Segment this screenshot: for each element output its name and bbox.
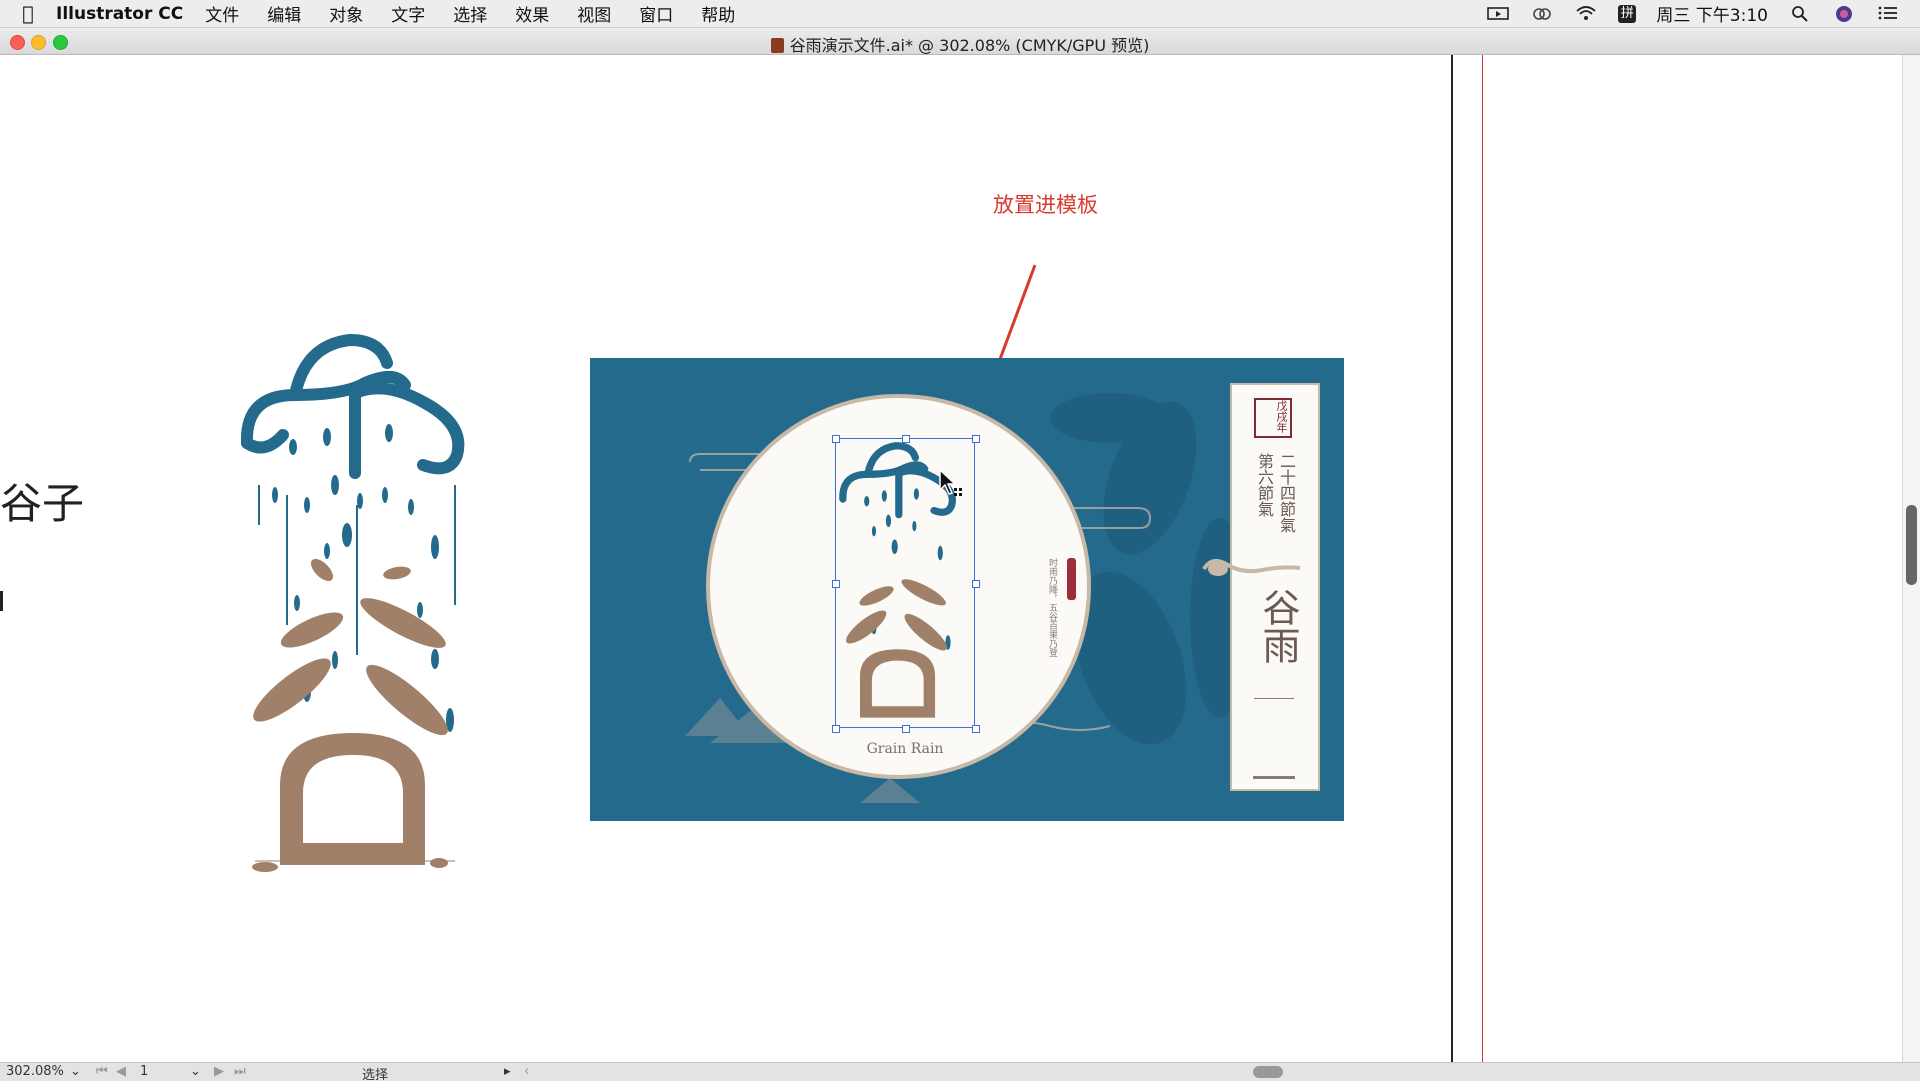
scroll-left-icon[interactable]: ‹	[524, 1064, 529, 1079]
annotation-text: 放置进模板	[993, 193, 1098, 217]
last-artboard-icon[interactable]: ⏭	[234, 1064, 246, 1079]
solar-term-label-b: 第六節氣	[1255, 453, 1274, 517]
selection-handle[interactable]	[902, 435, 910, 443]
selection-handle[interactable]	[972, 725, 980, 733]
input-method-icon[interactable]: 拼	[1618, 4, 1637, 23]
clock[interactable]: 周三 下午3:10	[1656, 1, 1768, 26]
previous-artboard-icon[interactable]: ◀	[116, 1064, 126, 1079]
menu-window[interactable]: 窗口	[639, 1, 673, 26]
selection-handle[interactable]	[902, 725, 910, 733]
selection-handle[interactable]	[832, 580, 840, 588]
zoom-level-select[interactable]: 302.08%	[6, 1064, 64, 1079]
selection-handle[interactable]	[832, 435, 840, 443]
panel-divider	[1254, 698, 1294, 699]
chevron-down-icon[interactable]: ⌄	[70, 1064, 81, 1079]
menu-type[interactable]: 文字	[391, 1, 425, 26]
selection-handle[interactable]	[832, 725, 840, 733]
artboard-edge	[1451, 55, 1453, 1062]
cloud-swirl-decor	[1202, 558, 1301, 576]
artboard-dropdown-icon[interactable]: ⌄	[190, 1064, 201, 1079]
spotlight-search-icon[interactable]	[1788, 5, 1812, 23]
vertical-scrollbar[interactable]	[1902, 55, 1920, 1062]
menu-bar:  Illustrator CC 文件 编辑 对象 文字 选择 效果 视图 窗口…	[0, 0, 1920, 28]
screen-record-icon[interactable]	[1486, 5, 1510, 23]
menu-select[interactable]: 选择	[453, 1, 487, 26]
grain-rain-logo-large[interactable]	[235, 325, 495, 885]
creative-cloud-icon[interactable]	[1530, 5, 1554, 23]
horizontal-scroll-thumb[interactable]	[1253, 1066, 1283, 1078]
selection-handle[interactable]	[972, 580, 980, 588]
window-titlebar: 谷雨演示文件.ai* @ 302.08% (CMYK/GPU 预览)	[0, 28, 1920, 55]
panel-main-title: 谷雨	[1256, 588, 1300, 664]
panel-bottom-bar	[1253, 776, 1295, 779]
menu-help[interactable]: 帮助	[701, 1, 735, 26]
move-cursor-icon	[939, 468, 962, 496]
badge-caption: Grain Rain	[866, 741, 944, 757]
menu-edit[interactable]: 编辑	[267, 1, 301, 26]
document-title: 谷雨演示文件.ai* @ 302.08% (CMYK/GPU 预览)	[789, 36, 1150, 55]
artboard-number-field[interactable]: 1	[140, 1064, 148, 1079]
year-text: 戊戌年	[1275, 400, 1288, 433]
status-menu-arrow-icon[interactable]: ▸	[504, 1064, 511, 1079]
title-panel[interactable]	[1230, 383, 1320, 791]
red-guide-line	[1482, 55, 1483, 1062]
packaging-template[interactable]: Grain Rain 时雨乃降，五谷百果乃登 戊戌年 二十四節氣 第六節氣 谷雨	[590, 358, 1344, 821]
partial-text-fragment	[0, 591, 3, 611]
siri-icon[interactable]	[1832, 5, 1856, 23]
partial-heading-text: 谷子	[0, 479, 85, 528]
menu-object[interactable]: 对象	[329, 1, 363, 26]
next-artboard-icon[interactable]: ▶	[214, 1064, 224, 1079]
red-seal	[1067, 558, 1076, 600]
status-bar: 302.08% ⌄ ⏮ ◀ 1 ⌄ ▶ ⏭ 选择 ▸ ‹	[0, 1062, 1920, 1083]
apple-icon[interactable]: 	[0, 3, 56, 25]
artboard-canvas[interactable]: 谷子 放置进模板 Grain Rain 时雨乃降，五谷百果乃登 戊戌年 二十四節…	[0, 55, 1902, 1062]
document-icon	[770, 38, 784, 53]
wifi-icon[interactable]	[1574, 5, 1598, 23]
menu-file[interactable]: 文件	[205, 1, 239, 26]
first-artboard-icon[interactable]: ⏮	[96, 1064, 108, 1079]
menu-view[interactable]: 视图	[577, 1, 611, 26]
poem-vertical-text: 时雨乃降，五谷百果乃登	[1047, 558, 1057, 657]
selection-handle[interactable]	[972, 435, 980, 443]
notification-center-icon[interactable]	[1876, 5, 1900, 23]
current-tool-label[interactable]: 选择	[362, 1064, 388, 1083]
scrollbar-thumb[interactable]	[1906, 505, 1917, 585]
menu-effect[interactable]: 效果	[515, 1, 549, 26]
solar-term-label-a: 二十四節氣	[1277, 453, 1296, 533]
app-name-menu[interactable]: Illustrator CC	[56, 4, 183, 24]
